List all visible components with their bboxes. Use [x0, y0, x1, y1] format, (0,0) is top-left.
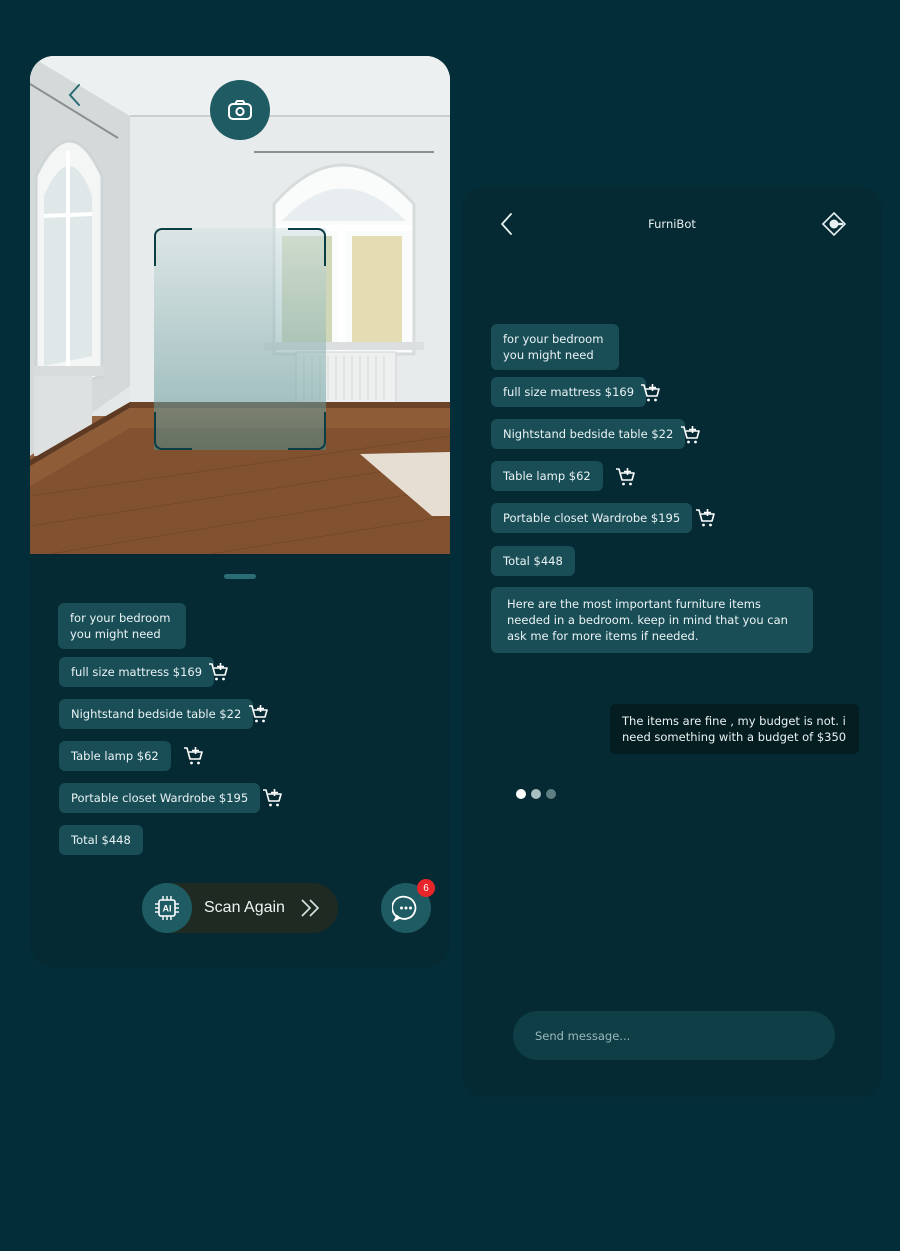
scan-screen: for your bedroom you might need full siz…	[30, 56, 450, 967]
room-camera-view	[30, 56, 450, 554]
brand-logo-icon	[822, 212, 846, 236]
cart-add-icon[interactable]	[262, 788, 284, 808]
intro-line-1: for your bedroom	[70, 611, 171, 625]
list-item-wardrobe: Portable closet Wardrobe $195	[491, 503, 693, 533]
list-item-table-lamp: Table lamp $62	[59, 741, 171, 771]
ai-chip: AI	[142, 883, 192, 933]
cart-add-icon[interactable]	[640, 383, 662, 403]
cart-add-icon[interactable]	[248, 704, 270, 724]
chat-button[interactable]: 6	[381, 879, 435, 933]
list-item-table-lamp: Table lamp $62	[491, 461, 603, 491]
chat-screen: FurniBot for your bedroom you might need…	[462, 186, 882, 1097]
sheet-drag-handle[interactable]	[224, 574, 256, 579]
total-bubble: Total $448	[491, 546, 575, 576]
cart-add-icon[interactable]	[695, 508, 717, 528]
intro-bubble: for your bedroom you might need	[58, 603, 186, 649]
message-input[interactable]	[513, 1011, 835, 1060]
ai-chip-icon: AI	[155, 896, 179, 920]
chat-dots-icon	[392, 895, 417, 922]
intro-line-2: you might need	[503, 348, 594, 362]
intro-line-1: for your bedroom	[503, 332, 604, 346]
list-item-mattress: full size mattress $169	[59, 657, 215, 687]
list-item-mattress: full size mattress $169	[491, 377, 647, 407]
scan-again-label: Scan Again	[204, 899, 285, 916]
chevron-left-icon	[68, 84, 80, 106]
list-item-nightstand: Nightstand bedside table $22	[491, 419, 686, 449]
intro-line-2: you might need	[70, 627, 161, 641]
bot-message: Here are the most important furniture it…	[491, 587, 813, 653]
user-message: The items are fine , my budget is not. i…	[610, 704, 859, 754]
typing-indicator	[516, 789, 556, 799]
notification-badge: 6	[417, 879, 435, 897]
cart-add-icon[interactable]	[615, 467, 637, 487]
list-item-nightstand: Nightstand bedside table $22	[59, 699, 254, 729]
total-bubble: Total $448	[59, 825, 143, 855]
cart-add-icon[interactable]	[680, 425, 702, 445]
back-button[interactable]	[64, 82, 86, 108]
camera-button[interactable]	[210, 80, 270, 140]
list-item-wardrobe: Portable closet Wardrobe $195	[59, 783, 261, 813]
ai-chip-label: AI	[163, 904, 172, 914]
chat-title: FurniBot	[648, 217, 696, 231]
cart-add-icon[interactable]	[208, 662, 230, 682]
intro-bubble: for your bedroom you might need	[491, 324, 619, 370]
camera-icon	[228, 100, 252, 120]
cart-add-icon[interactable]	[183, 746, 205, 766]
scan-again-button[interactable]: AI Scan Again	[142, 883, 338, 933]
scan-frame	[154, 228, 326, 450]
double-chevron-right-icon	[301, 899, 320, 917]
